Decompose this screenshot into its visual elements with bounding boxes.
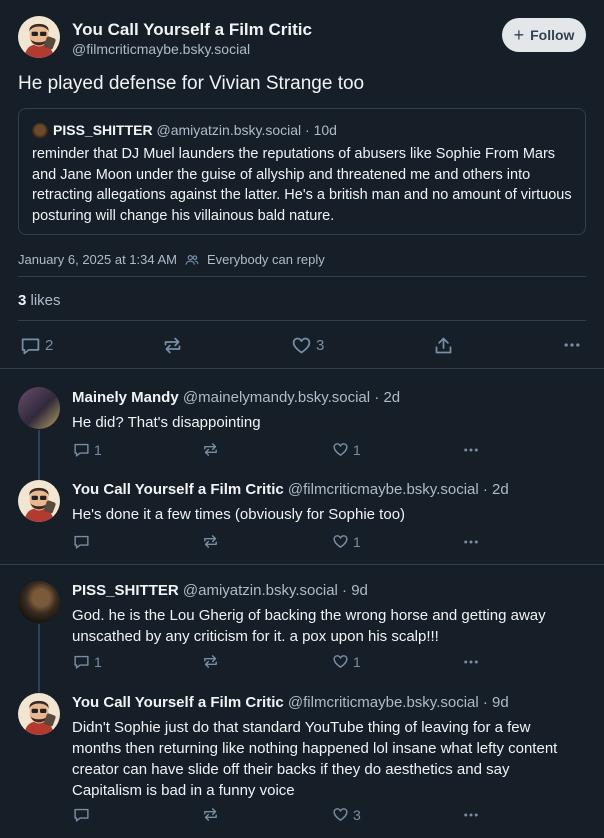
reply-avatar[interactable] <box>18 693 60 735</box>
thread-line <box>38 430 40 480</box>
reply-author-name[interactable]: PISS_SHITTER <box>72 582 179 599</box>
heart-icon <box>332 653 349 670</box>
reply-age: · 2d <box>374 389 401 406</box>
divider <box>18 320 586 321</box>
likes-label: likes <box>30 292 61 309</box>
reply-author-name[interactable]: You Call Yourself a Film Critic <box>72 481 284 498</box>
repost-arrows-icon <box>202 653 219 670</box>
repost-button[interactable] <box>202 653 219 670</box>
repost-arrows-icon <box>162 335 183 356</box>
reply-avatar[interactable] <box>18 581 60 623</box>
speech-bubble-icon <box>73 441 90 458</box>
reply-button[interactable] <box>73 533 94 550</box>
likes-summary[interactable]: 3 likes <box>18 292 61 309</box>
repost-arrows-icon <box>202 441 219 458</box>
reply-age: · 2d <box>482 481 509 498</box>
reply-age: · 9d <box>482 694 509 711</box>
reply-header: You Call Yourself a Film Critic @filmcri… <box>72 481 509 498</box>
repost-arrows-icon <box>202 533 219 550</box>
more-options-button[interactable] <box>462 441 480 459</box>
section-divider <box>0 368 604 369</box>
reply-button[interactable]: 1 <box>73 653 102 670</box>
reply-button[interactable] <box>73 806 94 823</box>
author-display-name[interactable]: You Call Yourself a Film Critic <box>72 20 312 40</box>
speech-bubble-icon <box>73 653 90 670</box>
like-count: 3 <box>316 337 325 354</box>
quote-text: reminder that DJ Muel launders the reput… <box>32 146 572 224</box>
reply-author-name[interactable]: You Call Yourself a Film Critic <box>72 694 284 711</box>
like-button[interactable]: 1 <box>332 533 361 550</box>
repost-button[interactable] <box>202 441 219 458</box>
people-icon <box>185 253 199 267</box>
like-button[interactable]: 1 <box>332 653 361 670</box>
like-button[interactable]: 3 <box>332 806 361 823</box>
reply-header: You Call Yourself a Film Critic @filmcri… <box>72 694 509 711</box>
like-count: 3 <box>353 806 361 823</box>
quote-age: · 10d <box>305 122 337 138</box>
post-text: He played defense for Vivian Strange too <box>18 73 365 94</box>
reply-button[interactable]: 2 <box>20 335 53 356</box>
heart-icon <box>291 335 312 356</box>
ellipsis-icon <box>462 533 480 551</box>
quote-author-avatar <box>32 123 48 139</box>
reply-count: 2 <box>45 337 54 354</box>
like-count: 1 <box>353 533 361 550</box>
ellipsis-icon <box>562 335 582 355</box>
author-avatar[interactable] <box>18 16 60 58</box>
repost-button[interactable] <box>162 335 183 356</box>
reply-count: 1 <box>94 653 102 670</box>
heart-icon <box>332 533 349 550</box>
more-options-button[interactable] <box>562 335 582 355</box>
like-count: 1 <box>353 653 361 670</box>
thread-line <box>38 624 40 692</box>
reply-button[interactable]: 1 <box>73 441 102 458</box>
post-timestamp: January 6, 2025 at 1:34 AM <box>18 252 177 267</box>
reply-avatar[interactable] <box>18 387 60 429</box>
share-button[interactable] <box>433 335 454 356</box>
heart-icon <box>332 441 349 458</box>
reply-header: Mainely Mandy @mainelymandy.bsky.social … <box>72 389 400 406</box>
quoted-post[interactable]: PISS_SHITTER @amiyatzin.bsky.social · 10… <box>18 108 586 235</box>
repost-button[interactable] <box>202 533 219 550</box>
like-button[interactable]: 3 <box>291 335 324 356</box>
ellipsis-icon <box>462 441 480 459</box>
like-button[interactable]: 1 <box>332 441 361 458</box>
more-options-button[interactable] <box>462 533 480 551</box>
section-divider <box>0 564 604 565</box>
repost-button[interactable] <box>202 806 219 823</box>
reply-author-handle[interactable]: @filmcriticmaybe.bsky.social <box>288 481 479 498</box>
repost-arrows-icon <box>202 806 219 823</box>
like-count: 1 <box>353 441 361 458</box>
reply-text: He's done it a few times (obviously for … <box>72 506 406 523</box>
reply-author-handle[interactable]: @amiyatzin.bsky.social <box>183 582 338 599</box>
reply-text: Didn't Sophie just do that standard YouT… <box>72 719 558 799</box>
reply-setting[interactable]: Everybody can reply <box>207 252 325 267</box>
ellipsis-icon <box>462 653 480 671</box>
share-upload-icon <box>433 335 454 356</box>
heart-icon <box>332 806 349 823</box>
reply-age: · 9d <box>342 582 368 599</box>
author-handle[interactable]: @filmcriticmaybe.bsky.social <box>72 41 250 57</box>
follow-button-label: Follow <box>530 27 575 43</box>
reply-avatar[interactable] <box>18 480 60 522</box>
divider <box>18 276 586 277</box>
speech-bubble-icon <box>73 806 90 823</box>
quote-author-handle: @amiyatzin.bsky.social <box>156 122 302 138</box>
speech-bubble-icon <box>20 335 41 356</box>
more-options-button[interactable] <box>462 653 480 671</box>
likes-count: 3 <box>18 292 27 309</box>
quote-author-name: PISS_SHITTER <box>53 122 153 138</box>
ellipsis-icon <box>462 806 480 824</box>
reply-author-handle[interactable]: @filmcriticmaybe.bsky.social <box>288 694 479 711</box>
speech-bubble-icon <box>73 533 90 550</box>
reply-header: PISS_SHITTER @amiyatzin.bsky.social · 9d <box>72 582 368 599</box>
reply-text: He did? That's disappointing <box>72 414 261 431</box>
more-options-button[interactable] <box>462 806 480 824</box>
reply-author-handle[interactable]: @mainelymandy.bsky.social <box>183 389 370 406</box>
plus-icon: + <box>513 25 525 45</box>
reply-author-name[interactable]: Mainely Mandy <box>72 389 179 406</box>
follow-button[interactable]: + Follow <box>502 18 586 52</box>
reply-count: 1 <box>94 441 102 458</box>
reply-text: God. he is the Lou Gherig of backing the… <box>72 607 546 645</box>
